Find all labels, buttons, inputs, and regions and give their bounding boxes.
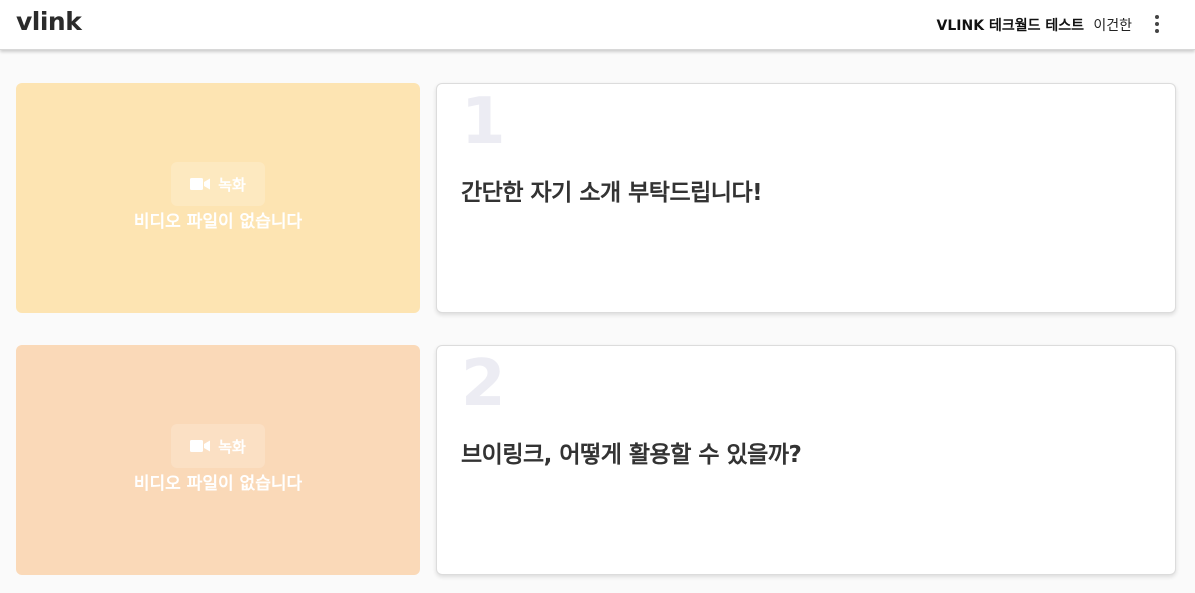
record-button-1[interactable]: 녹화 [171,162,265,206]
question-number: 1 [461,85,506,159]
question-card-1: 1 간단한 자기 소개 부탁드립니다! [436,83,1176,313]
record-button-2[interactable]: 녹화 [171,424,265,468]
user-name[interactable]: 이건한 [1093,15,1132,35]
question-number: 2 [461,347,506,421]
video-panel-1: 녹화 비디오 파일이 없습니다 [16,83,420,313]
no-video-message: 비디오 파일이 없습니다 [133,474,303,494]
vlink-logo[interactable]: vlink [16,7,82,36]
question-card-2: 2 브이링크, 어떻게 활용할 수 있을까? [436,345,1176,575]
video-camera-icon [190,178,211,190]
no-video-message: 비디오 파일이 없습니다 [133,212,303,232]
video-camera-icon [190,440,211,452]
question-text: 간단한 자기 소개 부탁드립니다! [461,180,763,206]
more-vertical-icon[interactable] [1147,14,1167,34]
app-header: vlink VLINK 테크월드 테스트 이건한 [0,0,1195,50]
record-label: 녹화 [218,175,246,194]
record-label: 녹화 [218,437,246,456]
video-panel-2: 녹화 비디오 파일이 없습니다 [16,345,420,575]
question-text: 브이링크, 어떻게 활용할 수 있을까? [461,442,802,468]
organization-name: VLINK 테크월드 테스트 [936,18,1084,34]
